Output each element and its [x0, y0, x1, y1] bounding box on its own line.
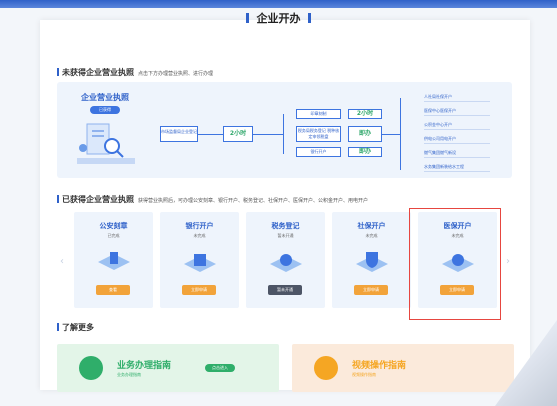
tax-box[interactable]: 税务局税务登记 税种核定申领税盘	[296, 126, 341, 142]
tax-icon	[270, 254, 302, 272]
page-title: 企业开办	[256, 12, 301, 25]
carousel-prev-icon[interactable]: ‹	[60, 256, 64, 267]
branch-connector	[283, 114, 284, 154]
service-status: 未完成	[365, 233, 378, 238]
service-card-tax[interactable]: 税务登记 暂未开通 暂未开通	[246, 212, 325, 308]
seal-icon	[98, 252, 130, 270]
outcome-social[interactable]: 人社局社保开户	[424, 92, 490, 102]
register-time: 2小时	[223, 126, 253, 142]
seal-time: 2小时	[348, 109, 382, 119]
service-card-social[interactable]: 社保开户 未完成 立即申请	[332, 212, 411, 308]
video-guide-subtitle: 视频操作指南	[352, 372, 376, 377]
register-connector	[198, 134, 223, 135]
top-bar	[0, 0, 557, 8]
video-guide-title: 视频操作指南	[352, 361, 407, 371]
service-status: 已完成	[107, 233, 120, 238]
license-hero[interactable]: 企业营业执照 已获得	[60, 86, 150, 174]
license-badge: 已获得	[90, 106, 120, 114]
section-licensed-title: 已获得企业营业执照 获得营业执照后，可办理公安刻章、银行开户、税务登记、社保开户、…	[57, 194, 368, 205]
service-status: 暂未开通	[277, 233, 294, 238]
outcome-connector	[382, 134, 400, 135]
section-unlicensed-subtitle: 点击下方办理营业执照、进行办理	[138, 71, 214, 77]
section-unlicensed-title: 未获得企业营业执照 点击下方办理营业执照、进行办理	[57, 67, 213, 78]
video-guide-card[interactable]: 视频操作指南 视频操作指南	[292, 344, 514, 392]
section-more-title: 了解更多	[57, 322, 94, 333]
service-name: 社保开户	[357, 222, 386, 230]
service-name: 税务登记	[271, 222, 300, 230]
compass-icon	[79, 356, 103, 380]
service-name: 公安刻章	[99, 222, 128, 230]
bank-box[interactable]: 银行开户	[296, 147, 341, 157]
license-illustration-icon	[77, 123, 135, 164]
shield-icon	[356, 252, 388, 272]
license-title: 企业营业执照	[81, 93, 129, 102]
service-status: 未完成	[193, 233, 206, 238]
business-guide-card[interactable]: 业务办理指南 业务办理指南 点击进入	[57, 344, 279, 392]
outcome-fund[interactable]: 公积金中心开户	[424, 120, 490, 130]
film-icon	[314, 356, 338, 380]
service-apply-button[interactable]: 立即申请	[354, 285, 388, 295]
bank-time: 即办	[348, 147, 382, 157]
service-name: 银行开户	[185, 222, 214, 230]
bank-icon	[184, 254, 216, 272]
outcome-gas[interactable]: 燃气集团燃气新设	[424, 148, 490, 158]
section-licensed-subtitle: 获得营业执照后，可办理公安刻章、银行开户、税务登记、社保开户、医保开户、公积金开…	[138, 198, 369, 204]
service-card-bank[interactable]: 银行开户 未完成 立即申请	[160, 212, 239, 308]
business-guide-title: 业务办理指南	[117, 361, 172, 371]
outcome-water[interactable]: 水务集团新装给水工程	[424, 162, 490, 172]
outcome-medical[interactable]: 医保中心医保开户	[424, 106, 490, 116]
seal-box[interactable]: 印章刻制	[296, 109, 341, 119]
service-apply-button[interactable]: 立即申请	[182, 285, 216, 295]
business-guide-button[interactable]: 点击进入	[205, 364, 235, 372]
service-disabled-button[interactable]: 暂未开通	[268, 285, 302, 295]
service-view-button[interactable]: 查看	[96, 285, 130, 295]
tax-time: 即办	[348, 126, 382, 142]
main-connector	[253, 134, 283, 135]
outcome-branch	[400, 98, 401, 170]
service-card-seal[interactable]: 公安刻章 已完成 查看	[74, 212, 153, 308]
highlight-box	[409, 208, 501, 320]
register-box[interactable]: 市场监督局企业登记	[160, 126, 198, 142]
outcome-power[interactable]: 供电公司用电开户	[424, 134, 490, 144]
carousel-next-icon[interactable]: ›	[506, 256, 510, 267]
business-guide-subtitle: 业务办理指南	[117, 372, 141, 377]
